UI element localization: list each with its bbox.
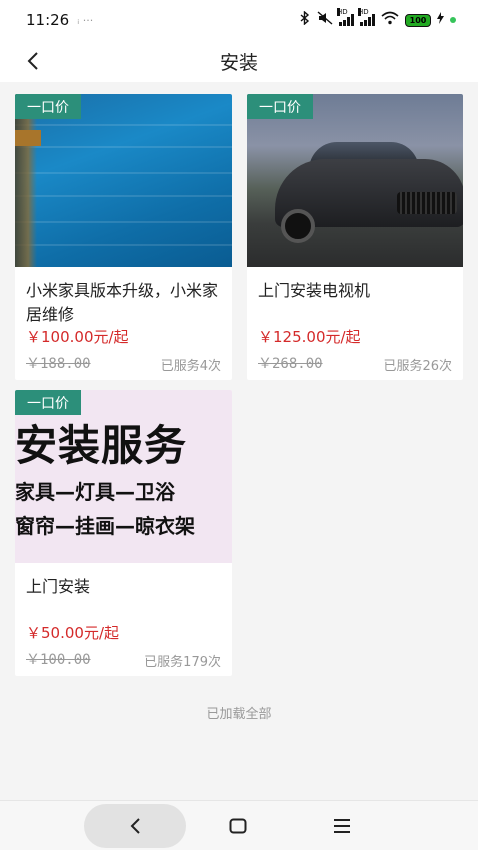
service-card[interactable]: 一口价 上门安装电视机 ￥125.00元/起 ￥268.00 已服务26次 xyxy=(247,94,463,380)
served-count: 已服务4次 xyxy=(160,359,221,374)
system-nav-bar xyxy=(0,800,478,850)
page-header: 安装 xyxy=(0,40,478,82)
bluetooth-icon xyxy=(299,10,311,29)
original-price: ￥188.00 xyxy=(26,356,91,372)
original-price: ￥268.00 xyxy=(258,356,323,372)
status-bar: 11:26 ᵢ ··· HD HD 100 xyxy=(0,0,478,40)
service-card[interactable]: 一口价 小米家具版本升级，小米家居维修 ￥100.00元/起 ￥188.00 已… xyxy=(15,94,232,380)
price-badge: 一口价 xyxy=(15,94,81,119)
status-extra: ᵢ ··· xyxy=(77,13,94,27)
service-price: ￥100.00元/起 xyxy=(26,328,129,346)
service-image: 一口价 xyxy=(247,94,463,267)
mute-icon xyxy=(317,11,333,29)
wifi-icon xyxy=(381,11,399,29)
banner-line-1: 家具—灯具—卫浴 xyxy=(15,480,175,504)
banner-line-2: 窗帘—挂画—晾衣架 xyxy=(15,514,195,538)
service-price: ￥125.00元/起 xyxy=(258,328,361,346)
nav-menu-button[interactable] xyxy=(320,804,364,848)
chevron-left-icon xyxy=(27,52,38,70)
served-count: 已服务179次 xyxy=(144,655,221,670)
service-price: ￥50.00元/起 xyxy=(26,624,119,642)
nav-back-icon xyxy=(130,818,140,834)
status-dot xyxy=(450,17,456,23)
signal-icon-2: HD xyxy=(358,8,375,26)
banner-headline: 安装服务 xyxy=(15,421,188,470)
status-time: 11:26 xyxy=(26,11,70,29)
signal-icon-1: HD xyxy=(337,8,354,26)
service-card[interactable]: 安装服务 家具—灯具—卫浴 窗帘—挂画—晾衣架 一口价 上门安装 ￥50.00元… xyxy=(15,390,232,676)
service-name: 上门安装电视机 xyxy=(258,281,371,300)
price-badge: 一口价 xyxy=(15,390,81,415)
page-title: 安装 xyxy=(219,51,258,74)
status-icons: HD HD 100 xyxy=(299,8,456,29)
service-name: 上门安装 xyxy=(26,577,91,596)
original-price: ￥100.00 xyxy=(26,652,91,668)
nav-menu-icon xyxy=(334,819,350,833)
price-badge: 一口价 xyxy=(247,94,313,119)
battery-icon: 100 xyxy=(405,13,431,27)
charging-icon xyxy=(437,12,444,28)
nav-back-button[interactable] xyxy=(84,804,186,848)
load-all-text: 已加载全部 xyxy=(206,707,272,722)
nav-home-button[interactable] xyxy=(216,804,260,848)
nav-home-icon xyxy=(229,818,247,834)
status-time-group: 11:26 ᵢ ··· xyxy=(26,11,93,29)
served-count: 已服务26次 xyxy=(383,359,452,374)
service-image: 安装服务 家具—灯具—卫浴 窗帘—挂画—晾衣架 一口价 xyxy=(15,390,232,563)
back-button[interactable] xyxy=(18,46,48,76)
service-image: 一口价 xyxy=(15,94,232,267)
service-name: 小米家具版本升级，小米家居维修 xyxy=(26,281,219,324)
